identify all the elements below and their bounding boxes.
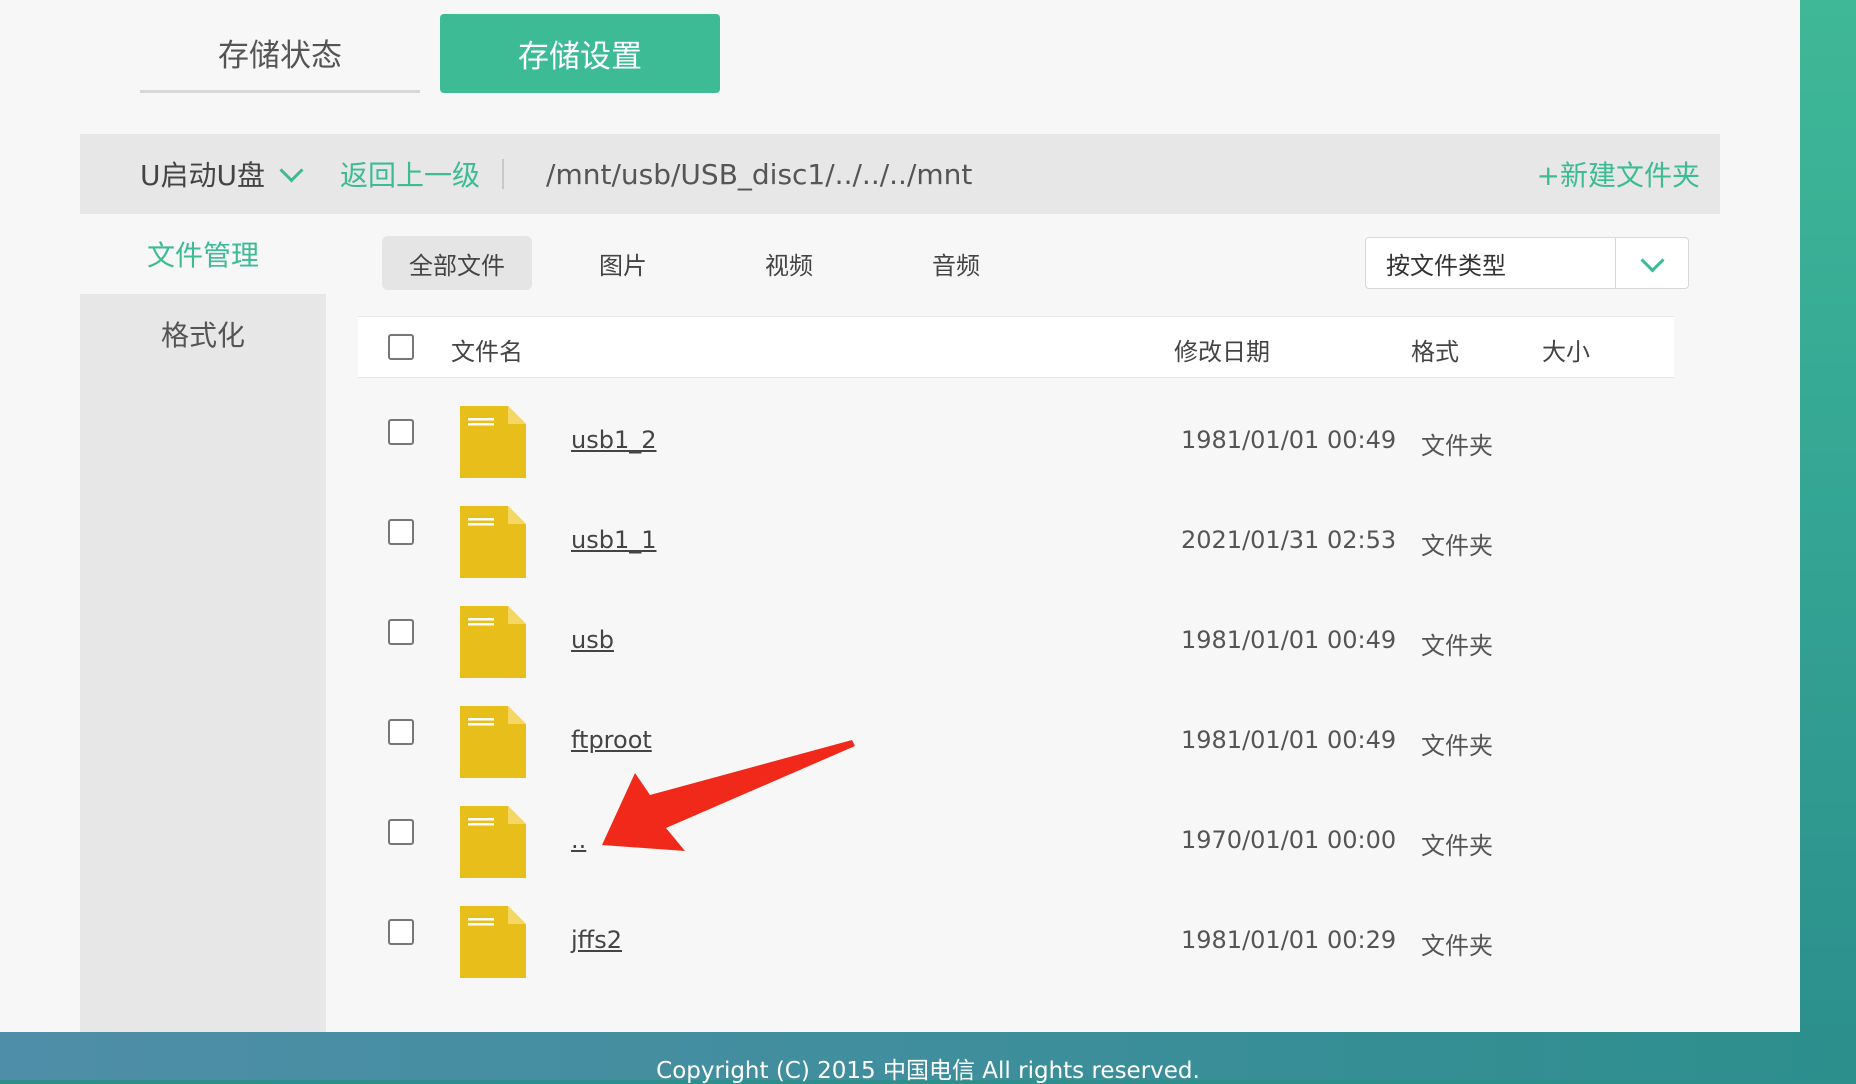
new-folder-button[interactable]: +新建文件夹 — [1537, 154, 1700, 194]
chevron-down-icon — [279, 157, 304, 183]
folder-icon — [460, 406, 526, 478]
row-checkbox[interactable] — [388, 619, 414, 645]
file-type-select[interactable]: 按文件类型 — [1365, 237, 1689, 289]
filter-all-files[interactable]: 全部文件 — [382, 236, 532, 290]
current-path: /mnt/usb/USB_disc1/../../../mnt — [546, 157, 973, 191]
file-format: 文件夹 — [1421, 432, 1493, 460]
table-row[interactable]: .. 1970/01/01 00:00 文件夹 — [358, 796, 1674, 896]
file-name-link[interactable]: usb1_2 — [571, 426, 657, 454]
header-filename: 文件名 — [451, 338, 523, 366]
header-size: 大小 — [1542, 338, 1590, 366]
file-name-link[interactable]: jffs2 — [571, 926, 622, 954]
menu-item-format[interactable]: 格式化 — [80, 294, 326, 374]
table-row[interactable]: usb1_1 2021/01/31 02:53 文件夹 — [358, 496, 1674, 596]
file-date: 2021/01/31 02:53 — [1181, 526, 1397, 554]
folder-icon — [460, 906, 526, 978]
file-date: 1970/01/01 00:00 — [1181, 826, 1397, 854]
file-format: 文件夹 — [1421, 832, 1493, 860]
row-checkbox[interactable] — [388, 919, 414, 945]
filter-audio[interactable]: 音频 — [881, 236, 1031, 290]
table-row[interactable]: usb1_2 1981/01/01 00:49 文件夹 — [358, 396, 1674, 496]
tab-storage-settings[interactable]: 存储设置 — [440, 14, 720, 93]
table-row[interactable]: jffs2 1981/01/01 00:29 文件夹 — [358, 896, 1674, 996]
file-name-link[interactable]: usb — [571, 626, 614, 654]
filter-images[interactable]: 图片 — [548, 236, 698, 290]
file-format: 文件夹 — [1421, 632, 1493, 660]
divider — [502, 159, 505, 189]
row-checkbox[interactable] — [388, 819, 414, 845]
menu-item-file-management[interactable]: 文件管理 — [80, 214, 326, 294]
table-row[interactable]: ftproot 1981/01/01 00:49 文件夹 — [358, 696, 1674, 796]
path-bar: U启动U盘 返回上一级 /mnt/usb/USB_disc1/../../../… — [80, 134, 1720, 214]
disk-select[interactable]: U启动U盘 — [140, 154, 304, 194]
file-type-select-label: 按文件类型 — [1386, 251, 1506, 280]
folder-icon — [460, 806, 526, 878]
file-date: 1981/01/01 00:49 — [1181, 426, 1397, 454]
folder-icon — [460, 506, 526, 578]
file-format: 文件夹 — [1421, 532, 1493, 560]
row-checkbox[interactable] — [388, 419, 414, 445]
main-panel: 存储状态 存储设置 U启动U盘 返回上一级 /mnt/usb/USB_disc1… — [0, 0, 1800, 1032]
file-date: 1981/01/01 00:49 — [1181, 726, 1397, 754]
row-checkbox[interactable] — [388, 719, 414, 745]
folder-icon — [460, 706, 526, 778]
row-checkbox[interactable] — [388, 519, 414, 545]
file-name-link[interactable]: usb1_1 — [571, 526, 657, 554]
file-name-link[interactable]: .. — [571, 826, 586, 854]
footer: Copyright (C) 2015 中国电信 All rights reser… — [0, 1032, 1856, 1083]
file-format: 文件夹 — [1421, 932, 1493, 960]
file-format: 文件夹 — [1421, 732, 1493, 760]
file-date: 1981/01/01 00:49 — [1181, 626, 1397, 654]
tab-storage-status[interactable]: 存储状态 — [140, 14, 420, 93]
left-menu: 格式化 — [80, 294, 326, 1032]
table-row[interactable]: usb 1981/01/01 00:49 文件夹 — [358, 596, 1674, 696]
table-header: 文件名 修改日期 格式 大小 — [358, 316, 1674, 378]
side-gradient-band — [1800, 0, 1856, 1032]
chevron-down-icon — [1639, 247, 1665, 273]
back-link[interactable]: 返回上一级 — [340, 154, 480, 194]
header-format: 格式 — [1411, 338, 1459, 366]
file-type-select-button[interactable] — [1615, 238, 1688, 288]
red-arrow-annotation — [602, 740, 855, 851]
folder-icon — [460, 606, 526, 678]
select-all-checkbox[interactable] — [388, 334, 414, 360]
copyright-text: Copyright (C) 2015 中国电信 All rights reser… — [656, 1058, 1200, 1084]
file-date: 1981/01/01 00:29 — [1181, 926, 1397, 954]
filter-video[interactable]: 视频 — [714, 236, 864, 290]
header-date: 修改日期 — [1174, 338, 1270, 366]
disk-select-label: U启动U盘 — [140, 159, 265, 192]
